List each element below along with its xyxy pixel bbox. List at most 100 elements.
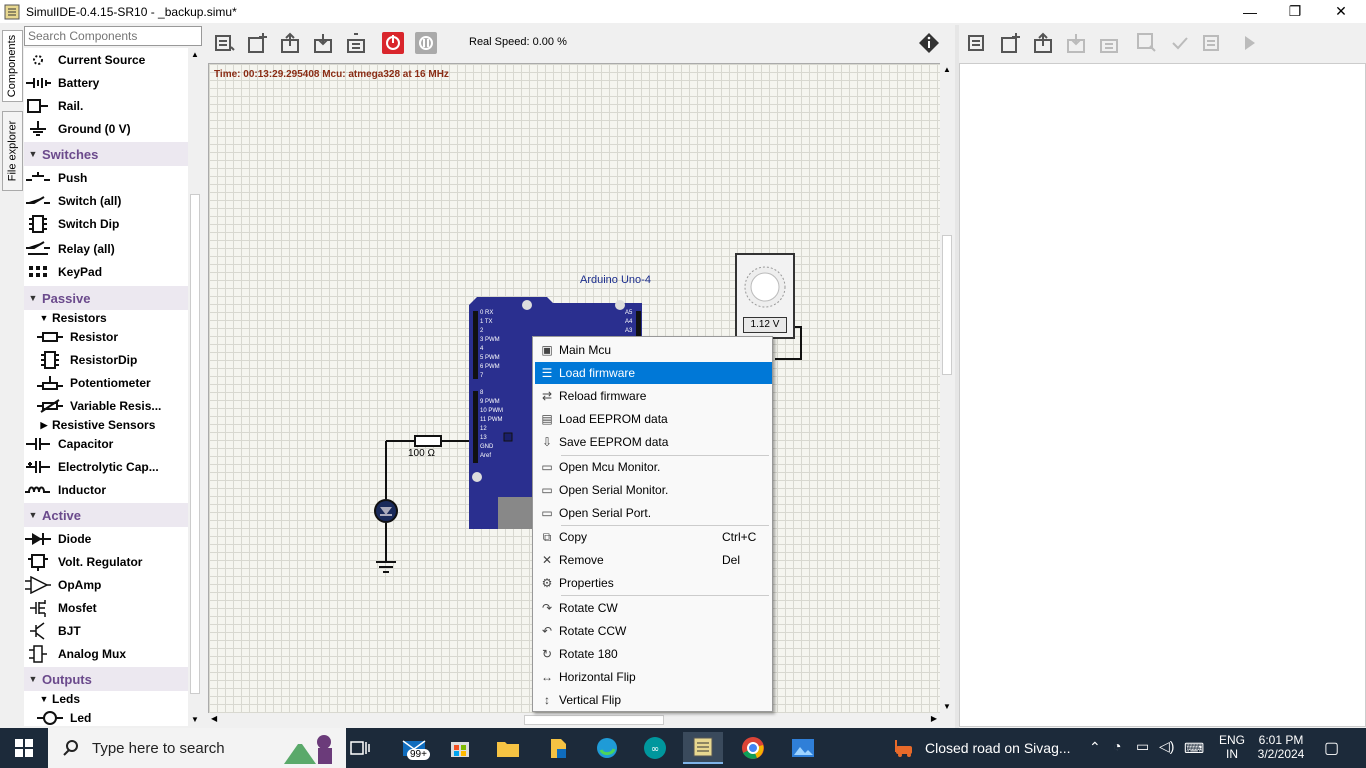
notification-center-icon[interactable]: ▢ [1324,738,1339,758]
menu-item-reload-firmware[interactable]: ⇄ Reload firmware [535,385,772,407]
editor-new-button[interactable] [996,28,1026,58]
tree-item-variable-resistor[interactable]: Variable Resis... [36,394,161,417]
scroll-up-icon[interactable]: ▲ [191,50,199,59]
led-component[interactable] [373,498,399,524]
sidebar-scrollbar[interactable]: ▲ ▼ [188,48,202,726]
menu-item-open-serial-port[interactable]: ▭ Open Serial Port. [535,502,772,524]
menu-item-rotate-ccw[interactable]: ↶ Rotate CCW [535,620,772,642]
editor-open-button[interactable] [1029,28,1059,58]
wifi-icon[interactable]: ◔ [1113,738,1121,754]
category-switches[interactable]: ▼ Switches [24,142,188,166]
tree-item-battery[interactable]: Battery [24,71,99,94]
volume-icon[interactable]: ◁) [1159,738,1174,755]
editor-save-as-button[interactable] [1095,28,1125,58]
tree-item-electrolytic-capacitor[interactable]: Electrolytic Cap... [24,455,159,478]
input-language[interactable]: ENG IN [1219,733,1245,761]
pause-button[interactable] [411,28,441,58]
tree-item-potentiometer[interactable]: Potentiometer [36,371,151,394]
scroll-down-icon[interactable]: ▼ [191,715,199,724]
task-view-button[interactable] [340,732,380,764]
resistor-component[interactable] [414,435,442,447]
save-circuit-button[interactable] [309,28,339,58]
tree-item-relay[interactable]: Relay (all) [24,237,115,260]
open-recent-button[interactable] [210,28,240,58]
store-app-button[interactable] [440,732,480,764]
keyboard-icon[interactable]: ⌨ [1184,740,1204,757]
save-as-button[interactable] [342,28,372,58]
ground-component[interactable] [374,552,398,578]
tree-item-resistor[interactable]: Resistor [36,325,118,348]
tree-item-mosfet[interactable]: Mosfet [24,596,97,619]
category-outputs[interactable]: ▼ Outputs [24,667,188,691]
tree-item-rail[interactable]: Rail. [24,94,83,117]
menu-item-save-eeprom[interactable]: ⇩ Save EEPROM data [535,431,772,453]
scroll-down-icon[interactable]: ▼ [943,702,951,711]
canvas-horizontal-scrollbar[interactable]: ◀ ▶ [208,713,940,727]
open-circuit-button[interactable] [276,28,306,58]
arduino-app-button[interactable]: ∞ [635,732,675,764]
edge-app-button[interactable] [587,732,627,764]
category-passive[interactable]: ▼ Passive [24,286,188,310]
clock[interactable]: 6:01 PM 3/2/2024 [1256,733,1306,761]
menu-item-rotate-180[interactable]: ↻ Rotate 180 [535,643,772,665]
tree-item-ground[interactable]: Ground (0 V) [24,117,131,140]
scrollbar-thumb[interactable] [190,194,200,694]
start-button[interactable] [4,732,44,764]
tree-item-volt-regulator[interactable]: Volt. Regulator [24,550,142,573]
maximize-button[interactable]: ❐ [1272,0,1318,23]
tree-item-opamp[interactable]: OpAmp [24,573,101,596]
info-button[interactable] [915,29,943,57]
editor-debug-button[interactable] [1235,28,1265,58]
potentiometer-knob-icon[interactable] [737,257,793,313]
close-button[interactable]: ✕ [1318,0,1364,23]
traffic-alert-icon[interactable] [885,732,925,764]
menu-item-properties[interactable]: ⚙ Properties [535,572,772,594]
tree-item-led[interactable]: Led [36,706,91,726]
editor-compile-button[interactable] [1165,28,1195,58]
category-active[interactable]: ▼ Active [24,503,188,527]
photos-app-button[interactable] [783,732,823,764]
potentiometer-component[interactable]: 1.12 V [735,253,795,339]
mail-app-button[interactable]: 99+ [395,732,435,764]
menu-item-main-mcu[interactable]: ▣ Main Mcu [535,339,772,361]
menu-item-open-mcu-monitor[interactable]: ▭ Open Mcu Monitor. [535,456,772,478]
canvas-vertical-scrollbar[interactable]: ▲ ▼ [940,63,954,713]
minimize-button[interactable]: — [1227,0,1273,23]
tree-item-resistordip[interactable]: ResistorDip [36,348,137,371]
scrollbar-thumb[interactable] [524,715,664,725]
tree-item-push[interactable]: Push [24,166,87,189]
menu-item-copy[interactable]: ⧉ Copy Ctrl+C [535,526,772,548]
tab-file-explorer[interactable]: File explorer [2,111,23,191]
search-components-input[interactable] [24,26,202,46]
tree-item-diode[interactable]: Diode [24,527,91,550]
power-button[interactable] [378,28,408,58]
tab-components[interactable]: Components [2,30,23,102]
editor-upload-button[interactable] [1198,28,1228,58]
menu-item-vertical-flip[interactable]: ↕ Vertical Flip [535,689,772,711]
tree-item-switch-dip[interactable]: Switch Dip [24,212,119,235]
taskbar-search-box[interactable]: Type here to search [48,728,346,768]
chrome-app-button[interactable] [733,732,773,764]
tree-item-current-source[interactable]: Current Source [24,48,145,71]
scroll-right-icon[interactable]: ▶ [931,714,937,723]
scroll-left-icon[interactable]: ◀ [211,714,217,723]
show-hidden-icons-button[interactable]: ⌃ [1089,739,1101,756]
scroll-up-icon[interactable]: ▲ [943,65,951,74]
tree-item-inductor[interactable]: Inductor [24,478,106,501]
scrollbar-thumb[interactable] [942,235,952,375]
tree-item-analog-mux[interactable]: Analog Mux [24,642,126,665]
code-editor-pane[interactable] [959,63,1366,727]
editor-save-button[interactable] [1062,28,1092,58]
menu-item-open-serial-monitor[interactable]: ▭ Open Serial Monitor. [535,479,772,501]
menu-item-load-eeprom[interactable]: ▤ Load EEPROM data [535,408,772,430]
tree-item-keypad[interactable]: KeyPad [24,260,102,283]
menu-item-load-firmware[interactable]: ☰ Load firmware [535,362,772,384]
tree-item-switch-all[interactable]: Switch (all) [24,189,121,212]
new-circuit-button[interactable] [243,28,273,58]
file-explorer-app-button[interactable] [488,732,528,764]
tree-item-capacitor[interactable]: Capacitor [24,432,113,455]
battery-status-icon[interactable]: ▭ [1136,738,1149,755]
menu-item-remove[interactable]: ✕ Remove Del [535,549,772,571]
menu-item-horizontal-flip[interactable]: ↔ Horizontal Flip [535,666,772,688]
menu-item-rotate-cw[interactable]: ↷ Rotate CW [535,597,772,619]
